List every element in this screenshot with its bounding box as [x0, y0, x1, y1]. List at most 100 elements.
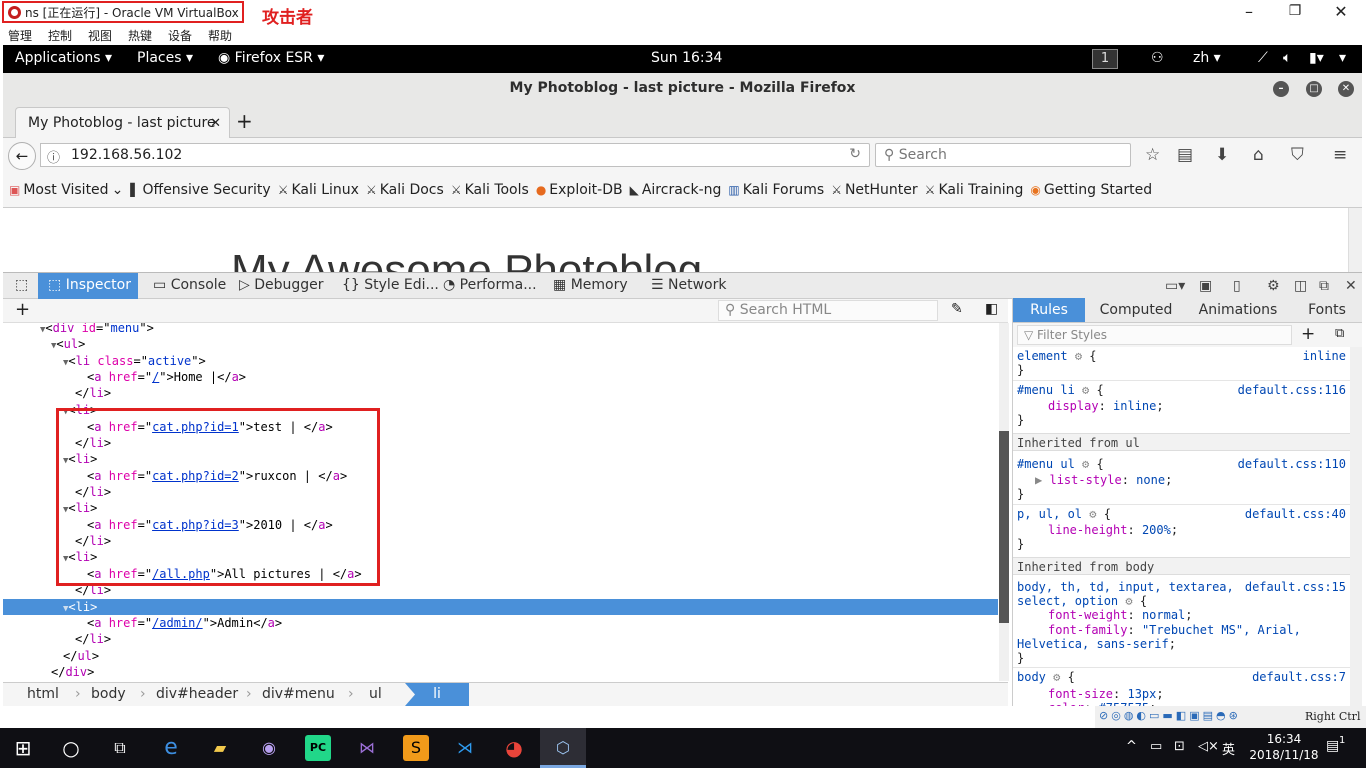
bookmark-star-icon[interactable]: ☆	[1145, 145, 1160, 165]
markup-line-li-open[interactable]: ▼<li>	[3, 402, 998, 418]
rule-p-ul-ol-source[interactable]: default.css:40	[1245, 507, 1346, 521]
eyedropper-icon[interactable]: ✎	[951, 301, 963, 317]
tab-memory[interactable]: ▦ Memory	[553, 273, 628, 299]
rule-menu-li-decl[interactable]: display: inline;	[1048, 399, 1164, 413]
tray-network-icon[interactable]: ⊡	[1174, 739, 1185, 754]
edge-icon[interactable]: e	[158, 735, 184, 761]
download-icon[interactable]: ⬇	[1215, 145, 1229, 165]
minimize-icon[interactable]: –	[1234, 2, 1264, 21]
tab-photoblog[interactable]: My Photoblog - last picture ✕	[15, 107, 230, 139]
url-bar[interactable]: ⓘ 192.168.56.102 ↻	[40, 143, 870, 167]
chrome-icon[interactable]: ◕	[501, 735, 527, 761]
close-icon[interactable]: ✕	[1326, 2, 1356, 21]
rule-body-th-decl-family[interactable]: font-family: "Trebuchet MS", Arial,	[1048, 623, 1301, 637]
markup-line-link-all-pictures[interactable]: <a href="/all.php">All pictures | </a>	[3, 566, 998, 582]
tab-rules[interactable]: Rules	[1013, 298, 1085, 322]
markup-line-link-ruxcon[interactable]: <a href="cat.php?id=2">ruxcon | </a>	[3, 468, 998, 484]
markup-line-li-open[interactable]: ▼<li>	[3, 451, 998, 467]
back-icon[interactable]: ←	[8, 142, 36, 170]
ff-maximize-icon[interactable]: □	[1306, 81, 1322, 97]
vbox-menu-manage[interactable]: 管理	[0, 25, 40, 45]
markup-line-li-close[interactable]: </li>	[3, 435, 998, 451]
tab-style-editor[interactable]: {} Style Edi...	[342, 273, 439, 299]
ff-close-icon[interactable]: ✕	[1338, 81, 1354, 97]
markup-scroll-thumb[interactable]	[999, 431, 1009, 623]
vbox-device-icons[interactable]: ⊘◎◍◐▭▬◧▣▤◓⊛	[1099, 709, 1241, 722]
filter-styles-input[interactable]: ▽ Filter Styles	[1017, 325, 1292, 345]
rule-p-ul-ol-decl[interactable]: line-height: 200%;	[1048, 523, 1178, 537]
crumb-div-menu[interactable]: div#menu	[262, 686, 335, 702]
vbox-menu-help[interactable]: 帮助	[200, 25, 240, 45]
camera-icon[interactable]: ⚇	[1151, 50, 1164, 66]
bookmark-offensive-security[interactable]: ▌ Offensive Security	[130, 182, 270, 198]
rules-scrollbar[interactable]	[1350, 347, 1362, 706]
separate-window-icon[interactable]: ⧉	[1319, 278, 1329, 294]
file-explorer-icon[interactable]: ▰	[207, 735, 233, 761]
tab-computed[interactable]: Computed	[1091, 298, 1181, 322]
sublime-icon[interactable]: S	[403, 735, 429, 761]
tab-console[interactable]: ▭ Console	[153, 273, 226, 299]
crumb-ul[interactable]: ul	[369, 686, 382, 702]
devtools-close-icon[interactable]: ✕	[1345, 278, 1357, 294]
split-console-icon[interactable]: ▣	[1199, 278, 1212, 294]
vscode-icon[interactable]: ⋊	[452, 735, 478, 761]
rule-menu-li-source[interactable]: default.css:116	[1238, 383, 1346, 397]
markup-line-ul-open[interactable]: ▼<ul>	[3, 336, 998, 352]
tray-battery-icon[interactable]: ▭	[1150, 739, 1162, 754]
vbox-menu-view[interactable]: 视图	[80, 25, 120, 45]
search-bar[interactable]: ⚲ Search	[875, 143, 1131, 167]
markup-line-li-close[interactable]: </li>	[3, 582, 998, 598]
bookmark-most-visited[interactable]: ▣ Most Visited ⌄	[9, 182, 123, 198]
add-node-icon[interactable]: +	[15, 299, 30, 320]
taskbar-clock[interactable]: 16:34 2018/11/18	[1244, 731, 1324, 763]
network-icon[interactable]: ⟋	[1258, 50, 1268, 66]
toggle-sidebar-icon[interactable]: ◧	[985, 301, 998, 317]
markup-line-ul-close[interactable]: </ul>	[3, 648, 998, 664]
reload-icon[interactable]: ↻	[849, 146, 861, 162]
bookmark-kali-forums[interactable]: ▥ Kali Forums	[728, 182, 824, 198]
windows-start-icon[interactable]: ⊞	[10, 735, 36, 761]
pseudo-class-toggle-icon[interactable]: ⧉	[1335, 326, 1344, 341]
bookmark-kali-training[interactable]: ⚔ Kali Training	[925, 182, 1024, 198]
crumb-html[interactable]: html	[27, 686, 59, 702]
bookmark-getting-started[interactable]: ◉ Getting Started	[1030, 182, 1152, 198]
markup-line-li-close[interactable]: </li>	[3, 484, 998, 500]
crumb-body[interactable]: body	[91, 686, 126, 702]
tab-fonts[interactable]: Fonts	[1293, 298, 1361, 322]
rule-body-th-source[interactable]: default.css:15	[1245, 580, 1346, 594]
vbox-menu-devices[interactable]: 设备	[160, 25, 200, 45]
markup-line-li-close[interactable]: </li>	[3, 385, 998, 401]
search-html-input[interactable]: ⚲ Search HTML	[718, 300, 938, 321]
bookmark-aircrack-ng[interactable]: ◣ Aircrack-ng	[630, 182, 722, 198]
site-info-icon[interactable]: ⓘ	[47, 147, 60, 166]
dock-side-icon[interactable]: ◫	[1294, 278, 1307, 294]
app-menu[interactable]: ◉ Firefox ESR ▾	[218, 50, 324, 66]
ime-indicator[interactable]: 英	[1222, 739, 1235, 758]
settings-gear-icon[interactable]: ⚙	[1267, 278, 1280, 294]
places-menu[interactable]: Places ▾	[137, 50, 193, 66]
vbox-menu-hotkeys[interactable]: 热键	[120, 25, 160, 45]
language-menu[interactable]: zh ▾	[1193, 50, 1221, 66]
markup-scrollbar[interactable]	[999, 323, 1009, 681]
tab-performance[interactable]: ◔ Performa...	[443, 273, 537, 299]
url-text[interactable]: 192.168.56.102	[71, 147, 182, 163]
rule-menu-ul-decl[interactable]: ▶ list-style: none;	[1035, 473, 1172, 487]
markup-line-li-open[interactable]: ▼<li>	[3, 500, 998, 516]
task-view-icon[interactable]: ⧉	[107, 735, 133, 761]
rule-menu-ul-source[interactable]: default.css:110	[1238, 457, 1346, 471]
restore-icon[interactable]: ❐	[1280, 3, 1310, 19]
pocket-icon[interactable]: ⛉	[1291, 145, 1304, 165]
vbox-menu-control[interactable]: 控制	[40, 25, 80, 45]
markup-line-link-2010[interactable]: <a href="cat.php?id=3">2010 | </a>	[3, 517, 998, 533]
markup-line-li-close[interactable]: </li>	[3, 533, 998, 549]
visual-studio-icon[interactable]: ⋈	[354, 735, 380, 761]
action-center-icon[interactable]: ▤	[1326, 738, 1339, 754]
new-tab-icon[interactable]: +	[236, 109, 253, 133]
cortana-search-icon[interactable]: ○	[58, 735, 84, 761]
rule-body-th-decl-weight[interactable]: font-weight: normal;	[1048, 608, 1193, 622]
tab-network[interactable]: ☰ Network	[651, 273, 726, 299]
crumb-li-active[interactable]: li	[405, 683, 469, 706]
tab-animations[interactable]: Animations	[1188, 298, 1288, 322]
tab-close-icon[interactable]: ✕	[210, 116, 221, 131]
system-menu-icon[interactable]: ▾	[1339, 50, 1346, 66]
